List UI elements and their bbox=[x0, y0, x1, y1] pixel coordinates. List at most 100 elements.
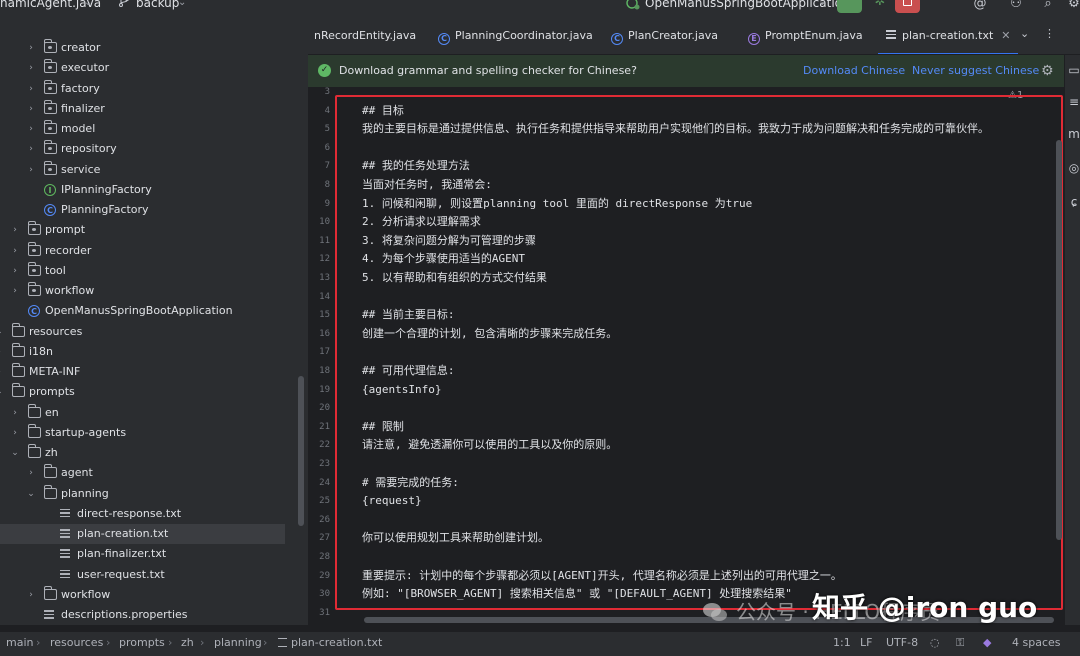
download-chinese-link[interactable]: Download Chinese bbox=[803, 55, 905, 87]
chevron-right-icon[interactable]: › bbox=[26, 139, 36, 159]
chevron-right-icon[interactable]: › bbox=[0, 362, 4, 382]
ai-assistant-status-icon[interactable]: ◆ bbox=[983, 632, 991, 654]
file-encoding[interactable]: UTF-8 bbox=[886, 632, 918, 654]
ai-icon[interactable]: ◎ bbox=[1067, 161, 1080, 175]
chevron-right-icon[interactable]: › bbox=[26, 38, 36, 58]
chevron-right-icon[interactable]: › bbox=[10, 403, 20, 423]
editorconfig-icon[interactable]: ◌ bbox=[930, 632, 940, 654]
tree-item-plan-creation-txt[interactable]: plan-creation.txt bbox=[0, 524, 285, 544]
tree-item-factory[interactable]: › factory bbox=[0, 79, 300, 99]
chevron-right-icon[interactable]: › bbox=[26, 99, 36, 119]
breadcrumb-prompts[interactable]: prompts bbox=[119, 632, 165, 654]
tree-item-i18n[interactable]: › i18n bbox=[0, 342, 300, 362]
database-icon[interactable]: ≡ bbox=[1067, 95, 1080, 109]
close-icon[interactable]: ✕ bbox=[1001, 29, 1010, 42]
stop-button[interactable] bbox=[895, 0, 920, 13]
git-branch-icon bbox=[119, 0, 129, 7]
chevron-right-icon[interactable]: › bbox=[10, 241, 20, 261]
chevron-right-icon[interactable]: › bbox=[10, 281, 20, 301]
gradle-icon[interactable]: ɕ bbox=[1067, 195, 1080, 209]
breadcrumb-main[interactable]: main bbox=[6, 632, 33, 654]
line-separator[interactable]: LF bbox=[860, 632, 872, 654]
lock-icon[interactable]: ⚿ bbox=[956, 632, 964, 654]
branch-selector[interactable]: backup bbox=[136, 0, 179, 10]
chevron-right-icon[interactable]: › bbox=[26, 79, 36, 99]
tree-item-resources[interactable]: ⌄ resources bbox=[0, 322, 300, 342]
editor-vertical-scrollbar[interactable] bbox=[1056, 140, 1062, 540]
tree-item-executor[interactable]: › executor bbox=[0, 58, 300, 78]
tree-item-en[interactable]: › en bbox=[0, 403, 300, 423]
caret-position[interactable]: 1:1 bbox=[833, 632, 851, 654]
tree-item-service[interactable]: › service bbox=[0, 160, 300, 180]
line-number: 23 bbox=[319, 459, 330, 469]
tree-item-startup-agents[interactable]: › startup-agents bbox=[0, 423, 300, 443]
tree-item-plan-finalizer-txt[interactable]: plan-finalizer.txt bbox=[0, 544, 300, 564]
tab-planning-coordinator[interactable]: C PlanningCoordinator.java bbox=[438, 14, 593, 54]
chevron-down-icon[interactable]: ⌄ bbox=[26, 484, 36, 504]
debug-button[interactable]: ✲ bbox=[870, 0, 890, 13]
chevron-right-icon[interactable]: › bbox=[26, 463, 36, 483]
highlight-annotation-box bbox=[335, 95, 1063, 610]
chevron-down-icon[interactable]: ⌄ bbox=[0, 382, 4, 402]
tab-label: PlanningCoordinator.java bbox=[455, 29, 593, 42]
search-icon[interactable]: ⌕ bbox=[1040, 0, 1056, 12]
maven-icon[interactable]: m bbox=[1067, 127, 1080, 141]
chevron-down-icon[interactable]: ⌄ bbox=[178, 0, 186, 8]
gear-icon[interactable]: ⚙ bbox=[1041, 55, 1054, 87]
tree-item-recorder[interactable]: › recorder bbox=[0, 241, 300, 261]
tree-item-planningfactory[interactable]: C PlanningFactory bbox=[0, 200, 300, 220]
tree-item-planning[interactable]: ⌄ planning bbox=[0, 484, 300, 504]
tree-item-agent[interactable]: › agent bbox=[0, 463, 300, 483]
chevron-down-icon[interactable]: ⌄ bbox=[818, 0, 826, 8]
package-icon bbox=[43, 59, 57, 74]
chevron-down-icon[interactable]: ⌄ bbox=[0, 322, 4, 342]
breadcrumb-zh[interactable]: zh bbox=[181, 632, 194, 654]
chevron-right-icon[interactable]: › bbox=[10, 261, 20, 281]
notifications-icon[interactable]: ▭ bbox=[1067, 63, 1080, 77]
tree-item-meta-inf[interactable]: › META-INF bbox=[0, 362, 300, 382]
chevron-right-icon[interactable]: › bbox=[26, 58, 36, 78]
breadcrumb-resources[interactable]: resources bbox=[50, 632, 103, 654]
tree-item-iplanningfactory[interactable]: I IPlanningFactory bbox=[0, 180, 300, 200]
tree-item-workflow[interactable]: › workflow bbox=[0, 585, 300, 605]
tree-item-openmanusspringbootapplication[interactable]: C OpenManusSpringBootApplication bbox=[0, 301, 300, 321]
tree-item-prompt[interactable]: › prompt bbox=[0, 220, 300, 240]
class-icon: C bbox=[611, 33, 623, 45]
tab-plan-creator[interactable]: C PlanCreator.java bbox=[611, 14, 718, 54]
run-button[interactable] bbox=[837, 0, 862, 13]
tree-item-prompts[interactable]: ⌄ prompts bbox=[0, 382, 300, 402]
line-number: 22 bbox=[319, 440, 330, 451]
tab-plan-creation[interactable]: plan-creation.txt ✕ bbox=[878, 14, 1019, 54]
tree-item-zh[interactable]: ⌄ zh bbox=[0, 443, 300, 463]
tree-item-label: planning bbox=[61, 486, 109, 500]
breadcrumb-planning[interactable]: planning bbox=[214, 632, 262, 654]
chevron-right-icon[interactable]: › bbox=[26, 119, 36, 139]
add-user-icon[interactable]: ⚇ bbox=[1008, 0, 1024, 12]
chevron-down-icon[interactable]: ⌄ bbox=[84, 0, 92, 8]
ai-assistant-icon[interactable]: @ bbox=[972, 0, 988, 12]
tree-item-descriptions-properties[interactable]: descriptions.properties bbox=[0, 605, 300, 625]
chevron-right-icon[interactable]: › bbox=[0, 342, 4, 362]
chevron-right-icon[interactable]: › bbox=[10, 220, 20, 240]
breadcrumb-file[interactable]: plan-creation.txt bbox=[278, 632, 382, 654]
tree-item-user-request-txt[interactable]: user-request.txt bbox=[0, 565, 300, 585]
tab-record-entity[interactable]: nRecordEntity.java bbox=[314, 14, 416, 54]
chevron-right-icon[interactable]: › bbox=[26, 160, 36, 180]
chevron-right-icon[interactable]: › bbox=[10, 423, 20, 443]
project-tree: › creator › executor › factory › finalizer › mode… bbox=[0, 14, 308, 625]
tree-item-creator[interactable]: › creator bbox=[0, 38, 300, 58]
never-suggest-link[interactable]: Never suggest Chinese bbox=[912, 55, 1039, 87]
tree-item-workflow[interactable]: › workflow bbox=[0, 281, 300, 301]
more-options-icon[interactable]: ⋮ bbox=[1044, 27, 1055, 40]
indent-setting[interactable]: 4 spaces bbox=[1012, 632, 1061, 654]
tree-item-model[interactable]: › model bbox=[0, 119, 300, 139]
chevron-down-icon[interactable]: ⌄ bbox=[1020, 27, 1029, 40]
tree-item-tool[interactable]: › tool bbox=[0, 261, 300, 281]
tab-prompt-enum[interactable]: E PromptEnum.java bbox=[748, 14, 863, 54]
chevron-down-icon[interactable]: ⌄ bbox=[10, 443, 20, 463]
tree-item-finalizer[interactable]: › finalizer bbox=[0, 99, 300, 119]
chevron-right-icon[interactable]: › bbox=[26, 585, 36, 605]
tree-item-direct-response-txt[interactable]: direct-response.txt bbox=[0, 504, 300, 524]
tree-item-repository[interactable]: › repository bbox=[0, 139, 300, 159]
settings-icon[interactable]: ⚙ bbox=[1066, 0, 1080, 12]
